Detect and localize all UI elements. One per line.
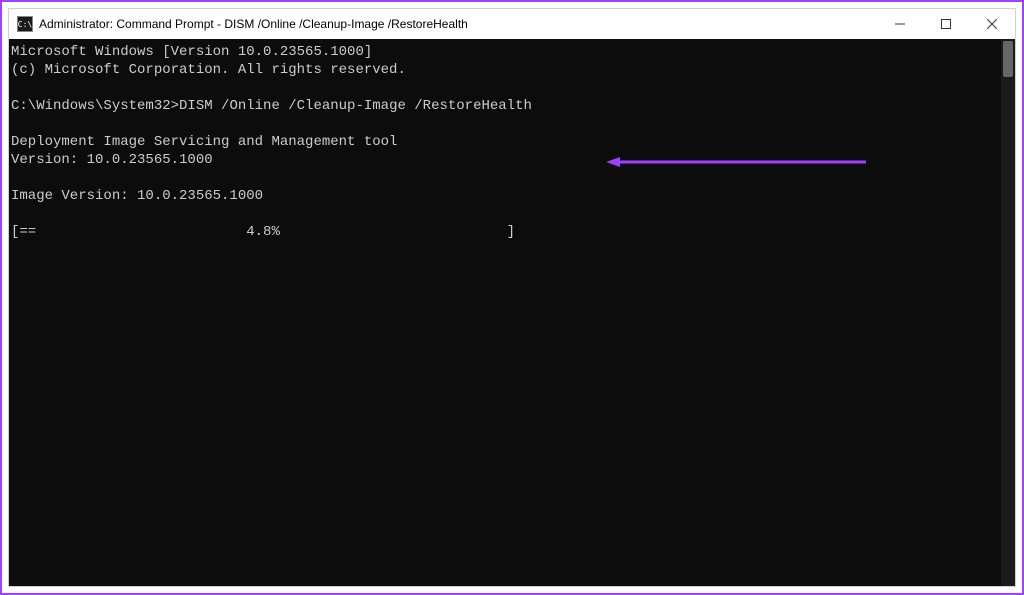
titlebar[interactable]: C:\ Administrator: Command Prompt - DISM…: [9, 9, 1015, 39]
close-button[interactable]: [969, 9, 1015, 39]
console-command: DISM /Online /Cleanup-Image /RestoreHeal…: [179, 98, 532, 114]
console-line-copyright: (c) Microsoft Corporation. All rights re…: [11, 62, 406, 78]
maximize-button[interactable]: [923, 9, 969, 39]
console-line-version: Microsoft Windows [Version 10.0.23565.10…: [11, 44, 372, 60]
maximize-icon: [941, 19, 951, 29]
console-progress-bar: [== 4.8% ]: [11, 224, 515, 240]
minimize-icon: [895, 19, 905, 29]
cmd-icon: C:\: [17, 16, 33, 32]
window-title: Administrator: Command Prompt - DISM /On…: [39, 17, 877, 31]
close-icon: [987, 19, 997, 29]
window-controls: [877, 9, 1015, 39]
console-output[interactable]: Microsoft Windows [Version 10.0.23565.10…: [9, 39, 1015, 586]
scrollbar-thumb[interactable]: [1003, 41, 1013, 77]
console-tool-name: Deployment Image Servicing and Managemen…: [11, 134, 397, 150]
command-prompt-window: C:\ Administrator: Command Prompt - DISM…: [8, 8, 1016, 587]
console-image-version: Image Version: 10.0.23565.1000: [11, 188, 263, 204]
minimize-button[interactable]: [877, 9, 923, 39]
scrollbar-track[interactable]: [1001, 39, 1015, 586]
cmd-icon-label: C:\: [18, 20, 32, 29]
annotation-border: C:\ Administrator: Command Prompt - DISM…: [0, 0, 1024, 595]
console-prompt: C:\Windows\System32>: [11, 98, 179, 114]
annotation-arrow: [539, 137, 799, 147]
console-tool-version: Version: 10.0.23565.1000: [11, 152, 213, 168]
